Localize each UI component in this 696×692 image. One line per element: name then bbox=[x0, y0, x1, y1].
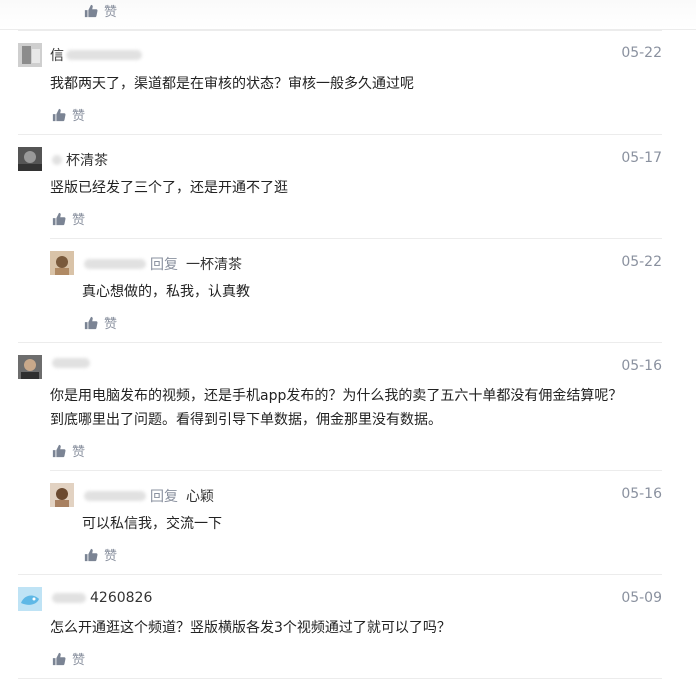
divider bbox=[18, 134, 662, 135]
avatar[interactable] bbox=[18, 587, 42, 611]
divider bbox=[18, 30, 662, 31]
like-button[interactable]: 赞 bbox=[52, 209, 85, 228]
comment-date: 05-16 bbox=[621, 358, 662, 374]
blurred-username bbox=[52, 155, 62, 165]
thumbs-up-icon bbox=[84, 316, 98, 330]
comment-text-line: 你是用电脑发布的视频，还是手机app发布的？为什么我的卖了五六十单都没有佣金结算… bbox=[50, 388, 623, 404]
reply-author[interactable]: 回复 心颖 bbox=[82, 486, 214, 506]
blurred-username bbox=[84, 491, 146, 501]
reply-target[interactable]: 心颖 bbox=[186, 486, 214, 506]
like-button[interactable]: 赞 bbox=[84, 545, 117, 564]
like-label: 赞 bbox=[104, 5, 118, 20]
thumbs-up-icon bbox=[84, 548, 98, 562]
comment-author[interactable] bbox=[50, 358, 94, 368]
comment-text: 竖版已经发了三个了，还是开通不了逛 bbox=[50, 180, 288, 196]
comment-text-line: 到底哪里出了问题。看得到引导下单数据，佣金那里没有数据。 bbox=[50, 412, 442, 428]
reply-target[interactable]: 一杯清茶 bbox=[186, 254, 242, 274]
like-label: 赞 bbox=[72, 653, 86, 668]
reply-text: 可以私信我，交流一下 bbox=[82, 516, 222, 532]
comment-text: 你是用电脑发布的视频，还是手机app发布的？为什么我的卖了五六十单都没有佣金结算… bbox=[50, 384, 660, 432]
comment-text: 我都两天了，渠道都是在审核的状态？审核一般多久通过呢 bbox=[50, 76, 414, 92]
divider bbox=[50, 470, 662, 471]
avatar[interactable] bbox=[18, 43, 42, 67]
avatar[interactable] bbox=[50, 688, 74, 692]
like-label: 赞 bbox=[72, 213, 86, 228]
comment-author[interactable]: 杯清茶 bbox=[50, 150, 108, 170]
comment-author[interactable]: 4260826 bbox=[50, 590, 152, 606]
like-button[interactable]: 赞 bbox=[84, 1, 117, 20]
thumbs-up-icon bbox=[84, 4, 98, 18]
like-button[interactable]: 赞 bbox=[52, 105, 85, 124]
blurred-username bbox=[52, 358, 90, 368]
reply-keyword: 回复 bbox=[150, 257, 178, 273]
comment-date: 05-16 bbox=[621, 486, 662, 502]
divider bbox=[50, 238, 662, 239]
divider bbox=[18, 342, 662, 343]
divider bbox=[18, 678, 662, 679]
like-button[interactable]: 赞 bbox=[84, 313, 117, 332]
thumbs-up-icon bbox=[52, 108, 66, 122]
like-button[interactable]: 赞 bbox=[52, 649, 85, 668]
comment-date: 05-17 bbox=[621, 150, 662, 166]
blurred-username bbox=[84, 259, 146, 269]
comment-date: 05-22 bbox=[621, 45, 662, 61]
thumbs-up-icon bbox=[52, 444, 66, 458]
comment-text: 怎么开通逛这个频道？竖版横版各发3个视频通过了就可以了吗？ bbox=[50, 620, 451, 636]
comment-date: 05-22 bbox=[621, 254, 662, 270]
thumbs-up-icon bbox=[52, 652, 66, 666]
reply-keyword: 回复 bbox=[150, 489, 178, 505]
avatar[interactable] bbox=[18, 355, 42, 379]
reply-author[interactable]: 回复 一杯清茶 bbox=[82, 254, 242, 274]
like-label: 赞 bbox=[104, 549, 118, 564]
thumbs-up-icon bbox=[52, 212, 66, 226]
like-label: 赞 bbox=[72, 109, 86, 124]
like-label: 赞 bbox=[104, 317, 118, 332]
blurred-username bbox=[52, 593, 86, 603]
reply-text: 真心想做的，私我，认真教 bbox=[82, 284, 250, 300]
avatar[interactable] bbox=[50, 483, 74, 507]
comment-date: 05-09 bbox=[621, 590, 662, 606]
avatar[interactable] bbox=[18, 147, 42, 171]
like-label: 赞 bbox=[72, 445, 86, 460]
blurred-username bbox=[66, 50, 142, 60]
like-button[interactable]: 赞 bbox=[52, 441, 85, 460]
avatar[interactable] bbox=[50, 251, 74, 275]
divider bbox=[18, 574, 662, 575]
comment-author[interactable]: 信 bbox=[50, 45, 146, 65]
